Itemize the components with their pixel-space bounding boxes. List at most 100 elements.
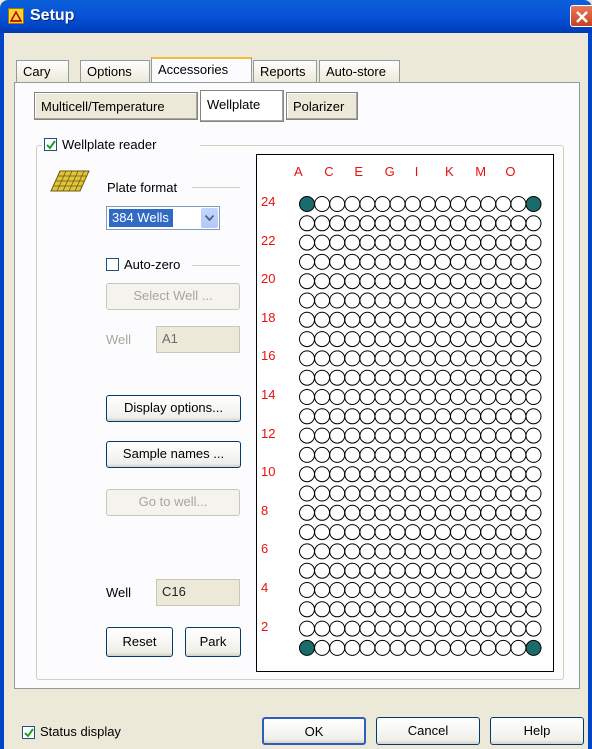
well[interactable] [329, 389, 346, 405]
well[interactable] [495, 427, 512, 444]
well[interactable] [434, 543, 451, 560]
well[interactable] [450, 408, 466, 425]
well[interactable] [314, 369, 331, 386]
well[interactable] [450, 524, 466, 541]
well[interactable] [299, 562, 315, 579]
well[interactable] [314, 485, 331, 502]
well[interactable] [359, 524, 376, 541]
well[interactable] [344, 427, 361, 444]
well[interactable] [329, 601, 346, 618]
well[interactable] [419, 234, 436, 251]
well[interactable] [419, 466, 436, 483]
well[interactable] [329, 543, 346, 560]
well[interactable] [495, 350, 512, 367]
well[interactable] [329, 234, 346, 251]
well[interactable] [404, 292, 421, 309]
well[interactable] [344, 408, 361, 425]
well[interactable] [480, 562, 497, 579]
well[interactable] [480, 389, 497, 405]
well[interactable] [510, 427, 527, 444]
well[interactable] [419, 620, 436, 637]
well[interactable] [344, 504, 361, 521]
well[interactable] [299, 601, 315, 618]
current-well-field[interactable]: C16 [156, 579, 240, 606]
well[interactable] [314, 466, 331, 483]
well[interactable] [299, 273, 315, 290]
well[interactable] [389, 639, 406, 656]
well[interactable] [359, 311, 376, 328]
park-button[interactable]: Park [185, 627, 241, 657]
well[interactable] [480, 273, 497, 290]
well[interactable] [404, 311, 421, 328]
well[interactable] [329, 524, 346, 541]
well[interactable] [344, 234, 361, 251]
well[interactable] [525, 524, 542, 541]
display-options-button[interactable]: Display options... [106, 395, 241, 422]
well[interactable] [314, 253, 331, 270]
well[interactable] [450, 215, 466, 232]
well[interactable] [359, 215, 376, 232]
well[interactable] [525, 311, 542, 328]
well[interactable] [299, 427, 315, 444]
well[interactable] [404, 620, 421, 637]
well[interactable] [480, 485, 497, 502]
well[interactable] [510, 446, 527, 463]
well[interactable] [465, 234, 482, 251]
well[interactable] [434, 620, 451, 637]
well[interactable] [329, 562, 346, 579]
well[interactable] [480, 601, 497, 618]
well[interactable] [434, 196, 451, 212]
well[interactable] [389, 524, 406, 541]
well[interactable] [450, 292, 466, 309]
well[interactable] [434, 389, 451, 405]
well[interactable] [450, 639, 466, 656]
well[interactable] [299, 485, 315, 502]
well[interactable] [510, 639, 527, 656]
well[interactable] [389, 253, 406, 270]
well-highlighted[interactable] [525, 196, 542, 212]
well[interactable] [450, 466, 466, 483]
well[interactable] [495, 389, 512, 405]
well[interactable] [374, 234, 391, 251]
well[interactable] [299, 389, 315, 405]
well[interactable] [314, 350, 331, 367]
well[interactable] [450, 620, 466, 637]
well[interactable] [344, 196, 361, 212]
well[interactable] [374, 446, 391, 463]
well[interactable] [450, 389, 466, 405]
select-well-button[interactable]: Select Well ... [106, 283, 240, 310]
well[interactable] [404, 253, 421, 270]
well[interactable] [344, 466, 361, 483]
well[interactable] [389, 215, 406, 232]
well[interactable] [465, 331, 482, 348]
well[interactable] [389, 196, 406, 212]
well[interactable] [404, 504, 421, 521]
well[interactable] [404, 562, 421, 579]
well[interactable] [525, 504, 542, 521]
well[interactable] [404, 601, 421, 618]
well[interactable] [480, 524, 497, 541]
well[interactable] [359, 582, 376, 598]
well[interactable] [374, 427, 391, 444]
well[interactable] [389, 273, 406, 290]
well[interactable] [299, 311, 315, 328]
well[interactable] [389, 601, 406, 618]
well-highlighted[interactable] [299, 639, 315, 656]
well[interactable] [450, 311, 466, 328]
well[interactable] [344, 292, 361, 309]
well[interactable] [450, 543, 466, 560]
well[interactable] [525, 601, 542, 618]
well[interactable] [434, 350, 451, 367]
well[interactable] [389, 543, 406, 560]
well[interactable] [344, 485, 361, 502]
well[interactable] [389, 389, 406, 405]
well[interactable] [419, 292, 436, 309]
well[interactable] [314, 543, 331, 560]
tab-auto-store[interactable]: Auto-store [319, 60, 400, 82]
well[interactable] [359, 389, 376, 405]
well[interactable] [434, 601, 451, 618]
well[interactable] [299, 215, 315, 232]
well[interactable] [419, 601, 436, 618]
well[interactable] [419, 504, 436, 521]
well[interactable] [299, 582, 315, 598]
